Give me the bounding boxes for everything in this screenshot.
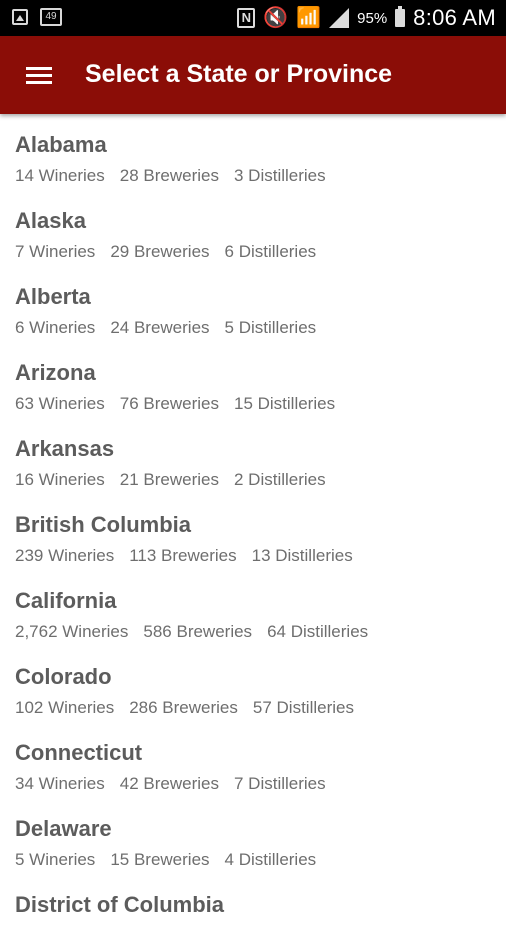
distilleries-count: 64 Distilleries (267, 622, 369, 641)
region-counts: 7 Wineries 29 Breweries 6 Distilleries (15, 242, 331, 262)
region-name: Connecticut (15, 740, 143, 765)
cell-signal-icon (329, 8, 350, 28)
region-counts: 5 Wineries 15 Breweries 4 Distilleries (15, 850, 331, 870)
breweries-count: 29 Breweries (110, 242, 210, 261)
region-name: Alberta (15, 284, 91, 309)
wifi-icon: 📶 (296, 7, 322, 29)
distilleries-count: 4 Distilleries (224, 850, 317, 869)
list-item[interactable]: Arizona 63 Wineries 76 Breweries 15 Distill… (0, 344, 506, 420)
list-item[interactable]: Alaska 7 Wineries 29 Breweries 6 Distilleri… (0, 192, 506, 268)
wineries-count: 63 Wineries (15, 394, 105, 413)
region-name: Colorado (15, 664, 112, 689)
muted-speaker-icon: 🔇 (263, 7, 289, 29)
gallery-notification-icon (12, 9, 28, 25)
list-item[interactable]: Colorado 102 Wineries 286 Breweries 57 Dist… (0, 648, 506, 724)
region-name: Arkansas (15, 436, 115, 461)
breweries-count: 24 Breweries (110, 318, 210, 337)
region-name: British Columbia (15, 512, 192, 537)
notification-count-badge: 49 (40, 8, 62, 26)
region-name: Arizona (15, 360, 96, 385)
distilleries-count: 57 Distilleries (252, 698, 354, 717)
distilleries-count: 3 Distilleries (233, 166, 326, 185)
region-counts: 102 Wineries 286 Breweries 57 Distilleries (15, 698, 369, 718)
wineries-count: 2,762 Wineries (15, 622, 129, 641)
wineries-count: 102 Wineries (15, 698, 115, 717)
distilleries-count: 15 Distilleries (233, 394, 336, 413)
distilleries-count: 2 Distilleries (233, 470, 326, 489)
region-counts: 6 Wineries 24 Breweries 5 Distilleries (15, 318, 331, 338)
wineries-count: 6 Wineries (15, 318, 96, 337)
battery-percent: 95% (357, 9, 388, 27)
region-list: Alabama 14 Wineries 28 Breweries 3 Distille… (0, 116, 506, 952)
region-name: Alaska (15, 208, 86, 233)
wineries-count: 16 Wineries (15, 470, 105, 489)
list-item[interactable]: California 2,762 Wineries 586 Breweries 64 … (0, 572, 506, 648)
list-item[interactable]: Delaware 5 Wineries 15 Breweries 4 Distille… (0, 800, 506, 876)
region-counts: 14 Wineries 28 Breweries 3 Distilleries (15, 166, 341, 186)
region-name: Alabama (15, 132, 107, 157)
region-counts: 239 Wineries 113 Breweries 13 Distilleries (15, 546, 368, 566)
region-name: Delaware (15, 816, 112, 841)
wineries-count: 14 Wineries (15, 166, 105, 185)
region-name: California (15, 588, 117, 613)
list-item[interactable]: Arkansas 16 Wineries 21 Breweries 2 Distill… (0, 420, 506, 496)
breweries-count: 15 Breweries (110, 850, 210, 869)
region-counts (15, 926, 60, 946)
breweries-count: 21 Breweries (119, 470, 219, 489)
wineries-count: 5 Wineries (15, 850, 96, 869)
region-counts: 16 Wineries 21 Breweries 2 Distilleries (15, 470, 341, 490)
region-counts: 63 Wineries 76 Breweries 15 Distilleries (15, 394, 350, 414)
list-item[interactable]: British Columbia 239 Wineries 113 Brewerie… (0, 496, 506, 572)
distilleries-count: 7 Distilleries (233, 774, 326, 793)
wineries-count: 7 Wineries (15, 242, 96, 261)
region-counts: 34 Wineries 42 Breweries 7 Distilleries (15, 774, 341, 794)
breweries-count: 286 Breweries (129, 698, 238, 717)
wineries-count: 239 Wineries (15, 546, 115, 565)
breweries-count: 586 Breweries (143, 622, 253, 641)
breweries-count: 113 Breweries (129, 546, 237, 565)
hamburger-menu-icon[interactable] (18, 58, 58, 92)
list-item[interactable]: Alabama 14 Wineries 28 Breweries 3 Distille… (0, 116, 506, 192)
list-item[interactable]: Connecticut 34 Wineries 42 Breweries 7 Dist… (0, 724, 506, 800)
page-title: Select a State or Province (85, 60, 393, 88)
nfc-icon: N (237, 8, 256, 28)
app-toolbar: Select a State or Province (0, 36, 506, 114)
clock: 8:06 AM (413, 5, 496, 30)
breweries-count: 42 Breweries (119, 774, 219, 793)
status-bar: 49 N 🔇 📶 95% 8:06 AM (0, 0, 506, 36)
region-counts: 2,762 Wineries 586 Breweries 64 Distilleri… (15, 622, 383, 642)
list-item[interactable]: Alberta 6 Wineries 24 Breweries 5 Distiller… (0, 268, 506, 344)
distilleries-count: 13 Distilleries (251, 546, 353, 565)
distilleries-count: 6 Distilleries (224, 242, 317, 261)
breweries-count: 76 Breweries (119, 394, 219, 413)
distilleries-count: 5 Distilleries (224, 318, 317, 337)
region-name: District of Columbia (15, 892, 225, 917)
list-item[interactable]: District of Columbia (0, 876, 506, 952)
breweries-count: 28 Breweries (119, 166, 219, 185)
battery-icon (395, 6, 406, 27)
wineries-count: 34 Wineries (15, 774, 105, 793)
